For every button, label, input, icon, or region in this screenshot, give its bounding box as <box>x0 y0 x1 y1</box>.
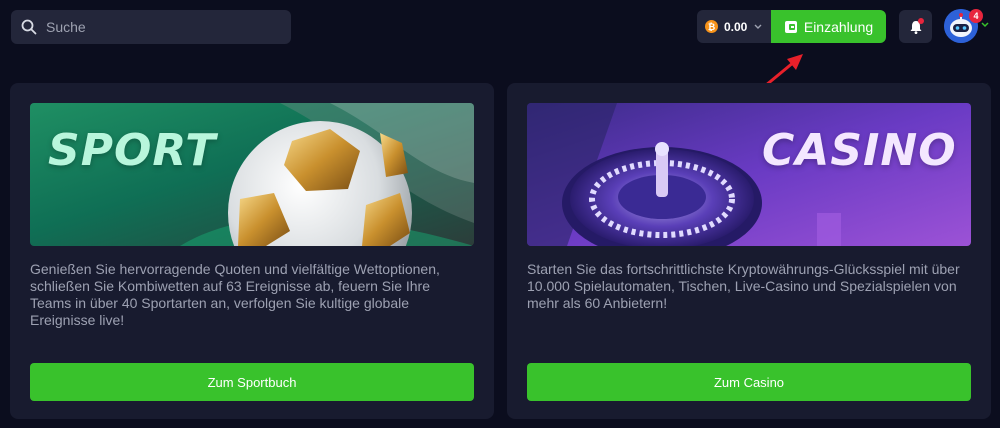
casino-button[interactable]: Zum Casino <box>527 363 971 401</box>
casino-banner[interactable]: CASINO <box>527 103 971 246</box>
profile-badge-count: 4 <box>969 9 983 23</box>
casino-description: Starten Sie das fortschrittlichste Krypt… <box>527 261 960 311</box>
top-bar: ₿ 0.00 Einzahlung 4 <box>0 0 1000 54</box>
search-box[interactable] <box>11 10 291 44</box>
casino-card: CASINO Starten Sie das fortschrittlichst… <box>507 83 991 419</box>
sport-card: SPORT Genießen Sie hervorragende Quoten … <box>10 83 494 419</box>
profile-menu[interactable]: 4 <box>944 9 992 44</box>
wallet-balance-dropdown[interactable]: ₿ 0.00 <box>697 10 771 43</box>
balance-amount: 0.00 <box>724 19 748 34</box>
chevron-down-icon <box>754 24 762 30</box>
sportsbook-button[interactable]: Zum Sportbuch <box>30 363 474 401</box>
search-icon <box>21 19 37 35</box>
deposit-label: Einzahlung <box>803 18 874 35</box>
chevron-down-icon <box>981 22 989 28</box>
casino-banner-title: CASINO <box>762 125 957 176</box>
deposit-button[interactable]: Einzahlung <box>771 10 886 43</box>
wallet-icon <box>784 20 798 34</box>
sport-banner-title: SPORT <box>48 125 217 176</box>
sport-description: Genießen Sie hervorragende Quoten und vi… <box>30 261 440 328</box>
notifications-button[interactable] <box>899 10 932 43</box>
sport-banner[interactable]: SPORT <box>30 103 474 246</box>
search-input[interactable] <box>46 19 266 35</box>
bitcoin-icon: ₿ <box>705 20 718 33</box>
notification-dot <box>918 18 924 24</box>
